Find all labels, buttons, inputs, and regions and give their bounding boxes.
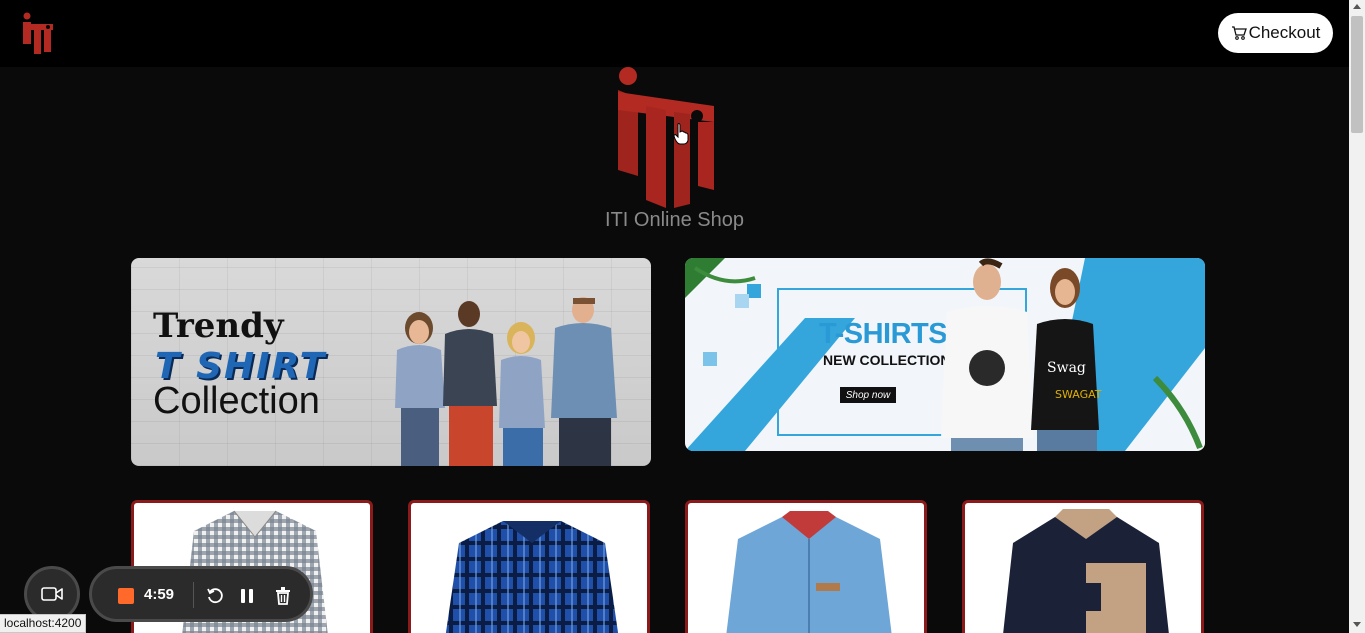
- models-group-image: [395, 297, 617, 466]
- product-card[interactable]: [685, 500, 927, 633]
- product-card[interactable]: [408, 500, 650, 633]
- iti-logo-icon[interactable]: [20, 12, 56, 56]
- banner-title-line3: Collection: [153, 380, 320, 422]
- svg-text:SWAGAT: SWAGAT: [1055, 388, 1102, 401]
- status-url: localhost:4200: [0, 614, 87, 633]
- scroll-down-arrow-icon[interactable]: [1353, 622, 1361, 627]
- scroll-up-arrow-icon[interactable]: [1353, 4, 1361, 9]
- tshirts-new-collection-banner[interactable]: T-SHIRTS NEW COLLECTION Shop now Swag SW…: [685, 258, 1205, 451]
- recording-timer: 4:59: [144, 586, 175, 603]
- cart-icon: [1231, 26, 1247, 40]
- hero-logo-icon: [618, 67, 714, 208]
- trash-icon[interactable]: [273, 586, 293, 606]
- blue-plaid-shirt-image: [445, 521, 619, 633]
- hand-cursor-icon: [673, 123, 689, 145]
- video-camera-icon: [41, 587, 63, 601]
- stop-icon[interactable]: [118, 588, 134, 604]
- page: Checkout ITI Online Shop Trendy T SHIRT …: [0, 0, 1365, 633]
- banner-title-line1: Trendy: [153, 306, 284, 346]
- divider: [193, 582, 194, 608]
- pause-icon[interactable]: [237, 586, 257, 606]
- recording-controls: 4:59: [89, 566, 313, 622]
- shop-name: ITI Online Shop: [605, 209, 744, 231]
- svg-text:Swag: Swag: [1047, 360, 1086, 376]
- checkout-button[interactable]: Checkout: [1218, 13, 1333, 53]
- trendy-tshirt-banner[interactable]: Trendy T SHIRT Collection: [131, 258, 651, 466]
- denim-shirt-image: [726, 511, 892, 633]
- restart-icon[interactable]: [205, 586, 225, 606]
- scroll-thumb[interactable]: [1351, 16, 1363, 133]
- checkout-label: Checkout: [1248, 23, 1321, 42]
- shop-now-button[interactable]: Shop now: [840, 387, 896, 403]
- product-card[interactable]: [962, 500, 1204, 633]
- navbar: Checkout: [0, 0, 1349, 67]
- vertical-scrollbar[interactable]: [1349, 0, 1365, 633]
- models-pair-image: Swag SWAGAT: [941, 258, 1102, 451]
- navy-khaki-shirt-image: [1003, 509, 1169, 633]
